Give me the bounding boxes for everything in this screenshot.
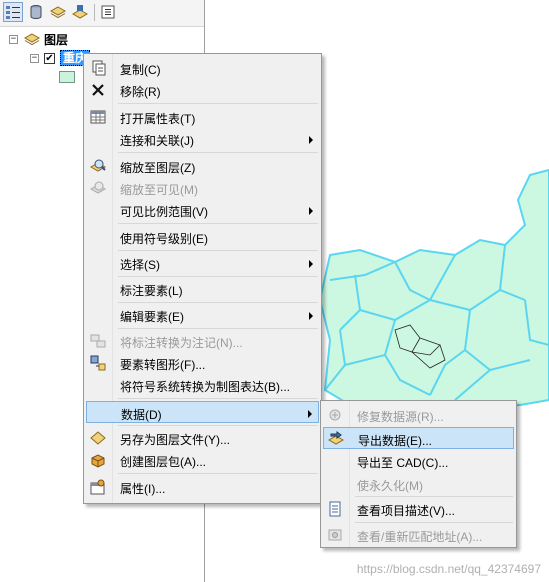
- submenu-arrow-icon: [309, 207, 313, 215]
- convert-labels-icon: [90, 333, 106, 349]
- menu-separator: [118, 250, 318, 251]
- collapse-toggle[interactable]: −: [9, 35, 18, 44]
- menu-item-export-data[interactable]: 导出数据(E)...: [323, 427, 514, 449]
- menu-item-convert-labels[interactable]: 将标注转换为注记(N)...: [86, 330, 319, 352]
- menu-item-export-to-cad[interactable]: 导出至 CAD(C)...: [323, 450, 514, 472]
- zoom-to-layer-icon: [90, 158, 106, 174]
- selection-layer-icon: [72, 5, 88, 19]
- table-icon: [90, 109, 106, 125]
- layer-visibility-checkbox[interactable]: ✔: [44, 52, 55, 64]
- toolbar-separator: [94, 4, 95, 21]
- menu-separator: [118, 473, 318, 474]
- submenu-arrow-icon: [308, 410, 312, 418]
- layers-icon: [24, 32, 40, 45]
- menu-separator: [118, 223, 318, 224]
- list-by-visibility-button[interactable]: [48, 2, 68, 22]
- copy-icon: [90, 60, 106, 76]
- menu-separator: [118, 103, 318, 104]
- menu-item-properties[interactable]: 属性(I)...: [86, 476, 319, 498]
- menu-separator: [118, 302, 318, 303]
- menu-separator: [355, 522, 513, 523]
- menu-separator: [118, 276, 318, 277]
- menu-separator: [118, 152, 318, 153]
- repair-source-icon: [327, 407, 343, 423]
- submenu-arrow-icon: [309, 260, 313, 268]
- remove-x-icon: [90, 82, 106, 98]
- features-to-graphics-icon: [90, 355, 106, 371]
- layer-context-menu: 复制(C) 移除(R) 打开属性表(T) 连接和关联(J) 缩放至图层(Z) 缩…: [83, 53, 322, 504]
- watermark-text: https://blog.csdn.net/qq_42374697: [356, 562, 541, 576]
- menu-item-label-features[interactable]: 标注要素(L): [86, 278, 319, 300]
- menu-separator: [118, 328, 318, 329]
- menu-item-selection[interactable]: 选择(S): [86, 252, 319, 274]
- menu-item-features-to-graphics[interactable]: 要素转图形(F)...: [86, 352, 319, 374]
- menu-item-use-symbol-levels[interactable]: 使用符号级别(E): [86, 226, 319, 248]
- geocode-icon: [327, 527, 343, 543]
- menu-separator: [118, 425, 318, 426]
- list-by-selection-button[interactable]: [70, 2, 90, 22]
- menu-item-view-item-description[interactable]: 查看项目描述(V)...: [323, 498, 514, 520]
- data-frame-label: 图层: [44, 33, 69, 47]
- list-options-icon: [101, 5, 115, 19]
- menu-item-visible-scale-range[interactable]: 可见比例范围(V): [86, 199, 319, 221]
- list-by-source-button[interactable]: [26, 2, 46, 22]
- tree-node-layers[interactable]: − 图层: [9, 31, 68, 48]
- data-submenu: 修复数据源(R)... 导出数据(E)... 导出至 CAD(C)... 使永久…: [320, 400, 517, 548]
- zoom-to-visible-icon: [90, 180, 106, 196]
- menu-item-remove[interactable]: 移除(R): [86, 79, 319, 101]
- list-by-drawing-order-button[interactable]: [3, 2, 23, 22]
- menu-item-data[interactable]: 数据(D): [86, 401, 319, 423]
- layer-file-icon: [90, 430, 106, 446]
- database-icon: [30, 5, 42, 19]
- toc-toolbar: [0, 0, 204, 27]
- menu-separator: [355, 496, 513, 497]
- drawing-order-icon: [6, 6, 20, 19]
- menu-item-edit-features[interactable]: 编辑要素(E): [86, 304, 319, 326]
- menu-item-create-layer-package[interactable]: 创建图层包(A)...: [86, 449, 319, 471]
- menu-item-repair-data-source[interactable]: 修复数据源(R)...: [323, 404, 514, 426]
- menu-item-zoom-to-visible[interactable]: 缩放至可见(M): [86, 177, 319, 199]
- menu-separator: [118, 398, 318, 399]
- export-data-icon: [328, 431, 344, 447]
- tree-node-layer[interactable]: − ✔ 重庆: [30, 50, 91, 66]
- submenu-arrow-icon: [309, 312, 313, 320]
- menu-item-copy[interactable]: 复制(C): [86, 57, 319, 79]
- menu-item-convert-symbology[interactable]: 将符号系统转换为制图表达(B)...: [86, 374, 319, 396]
- menu-item-save-as-layer-file[interactable]: 另存为图层文件(Y)...: [86, 427, 319, 449]
- layers-stack-icon: [50, 6, 66, 19]
- menu-item-open-attribute-table[interactable]: 打开属性表(T): [86, 106, 319, 128]
- collapse-toggle[interactable]: −: [30, 53, 39, 63]
- menu-item-joins-relates[interactable]: 连接和关联(J): [86, 128, 319, 150]
- layer-symbol-swatch[interactable]: [59, 71, 75, 83]
- menu-item-make-permanent[interactable]: 使永久化(M): [323, 473, 514, 495]
- submenu-arrow-icon: [309, 136, 313, 144]
- properties-icon: [90, 479, 106, 495]
- item-description-icon: [327, 501, 343, 517]
- menu-item-review-rematch-addresses[interactable]: 查看/重新匹配地址(A)...: [323, 524, 514, 546]
- layer-package-icon: [90, 452, 106, 468]
- options-button[interactable]: [98, 2, 118, 22]
- menu-item-zoom-to-layer[interactable]: 缩放至图层(Z): [86, 155, 319, 177]
